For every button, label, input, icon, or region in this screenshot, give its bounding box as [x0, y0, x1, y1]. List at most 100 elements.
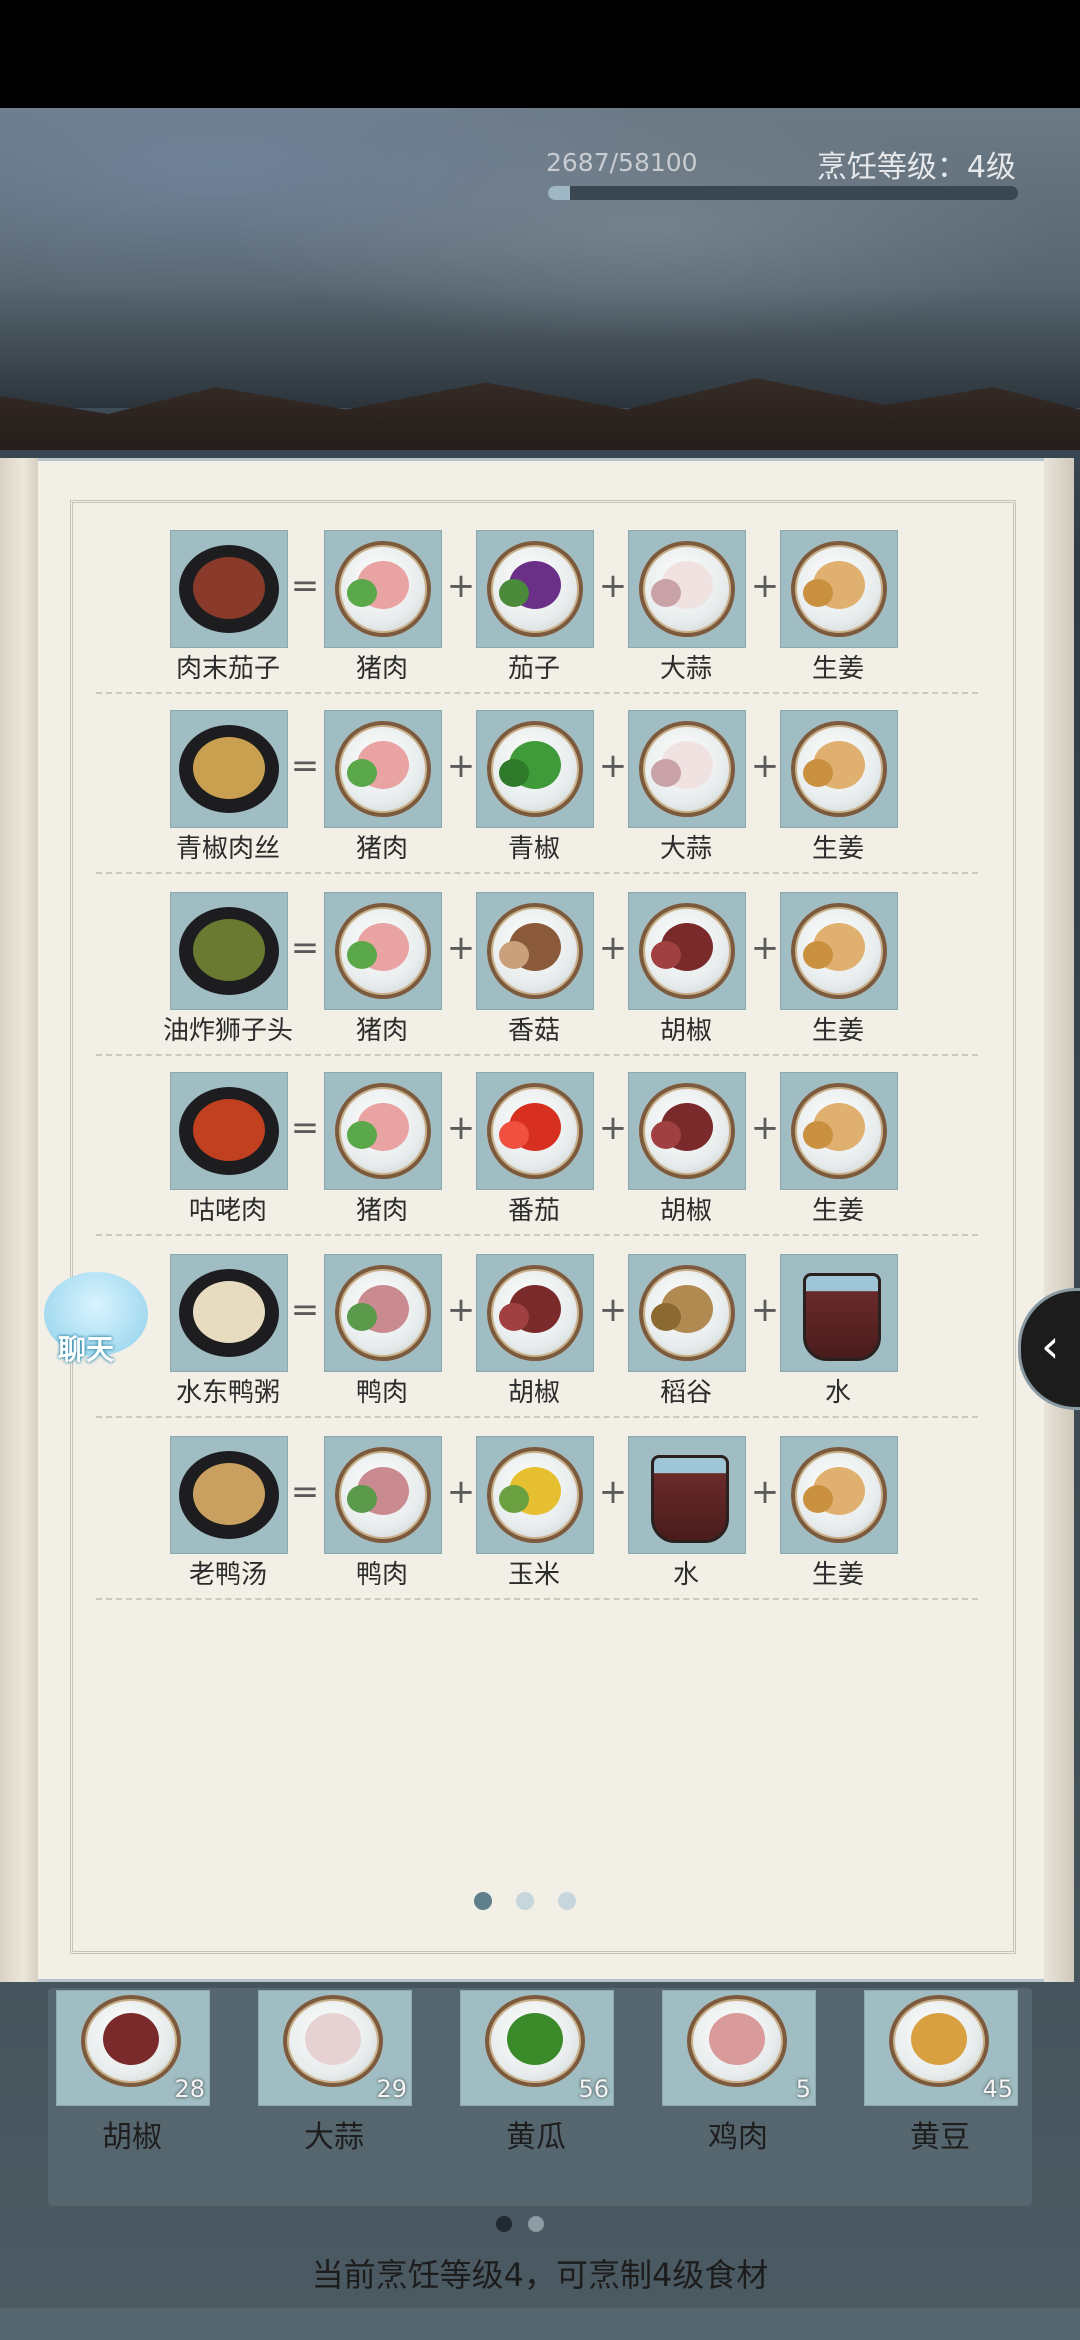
ingredient-name: 生姜 [811, 834, 864, 864]
ingredient-tile[interactable] [628, 1254, 746, 1372]
ingredient-name: 猪肉 [355, 1016, 408, 1046]
ingredient-tile[interactable] [476, 530, 594, 648]
plus-sign: + [446, 1472, 476, 1512]
inventory-item-name: 胡椒 [102, 2120, 162, 2155]
ingredient-icon [911, 2013, 967, 2065]
chevron-left-icon: ‹ [1041, 1319, 1060, 1373]
ingredient-tile[interactable] [476, 1254, 594, 1372]
equals-sign: = [290, 1472, 320, 1512]
plus-sign: + [446, 1290, 476, 1330]
row-divider [96, 1416, 978, 1418]
ingredient-detail-icon [347, 1121, 377, 1149]
ingredient-tile[interactable] [780, 1436, 898, 1554]
ingredient-tile[interactable] [324, 1436, 442, 1554]
ingredient-tile[interactable] [324, 1254, 442, 1372]
ingredient-tile[interactable] [628, 892, 746, 1010]
ingredient-tile[interactable] [780, 530, 898, 648]
ingredient-detail-icon [651, 941, 681, 969]
ingredient-tile[interactable] [324, 530, 442, 648]
ingredient-tile[interactable] [324, 710, 442, 828]
plus-sign: + [750, 566, 780, 606]
ingredient-tile[interactable] [476, 710, 594, 828]
equals-sign: = [290, 1290, 320, 1330]
ingredient-detail-icon [803, 1121, 833, 1149]
inventory-slot[interactable]: 56 [460, 1990, 614, 2106]
ingredient-detail-icon [347, 1485, 377, 1513]
ingredient-detail-icon [651, 759, 681, 787]
plus-sign: + [598, 1108, 628, 1148]
dish-tile[interactable] [170, 1254, 288, 1372]
ingredient-detail-icon [803, 759, 833, 787]
ingredient-name: 生姜 [811, 654, 864, 684]
inventory-page-indicator[interactable] [496, 2216, 556, 2236]
dish-tile[interactable] [170, 892, 288, 1010]
inventory-slot[interactable]: 28 [56, 1990, 210, 2106]
plus-sign: + [750, 1108, 780, 1148]
ingredient-tile[interactable] [628, 1072, 746, 1190]
inventory-page-dot[interactable] [528, 2216, 544, 2232]
ingredient-tile[interactable] [780, 1254, 898, 1372]
ingredient-name: 茄子 [507, 654, 560, 684]
ingredient-tile[interactable] [476, 1072, 594, 1190]
ingredient-tile[interactable] [324, 892, 442, 1010]
bottom-bar [0, 2308, 1080, 2340]
ingredient-name: 生姜 [811, 1196, 864, 1226]
ingredient-detail-icon [347, 759, 377, 787]
inventory-item-name: 大蒜 [304, 2120, 364, 2155]
page-dot[interactable] [558, 1892, 576, 1910]
dish-tile[interactable] [170, 710, 288, 828]
ingredient-tile[interactable] [628, 710, 746, 828]
dish-tile[interactable] [170, 1072, 288, 1190]
cooking-exp-bar [548, 186, 1018, 200]
plus-sign: + [446, 1108, 476, 1148]
item-count: 56 [578, 2075, 609, 2103]
ingredient-tile[interactable] [476, 1436, 594, 1554]
dish-tile[interactable] [170, 1436, 288, 1554]
dish-tile[interactable] [170, 530, 288, 648]
book-edge [1044, 458, 1074, 1982]
water-bucket-icon [803, 1273, 881, 1361]
ingredient-name: 猪肉 [355, 654, 408, 684]
page-dot[interactable] [474, 1892, 492, 1910]
page-dot[interactable] [516, 1892, 534, 1910]
plus-sign: + [446, 566, 476, 606]
book-page-indicator[interactable] [474, 1892, 594, 1912]
ingredient-name: 大蒜 [659, 654, 712, 684]
inventory-slot[interactable]: 5 [662, 1990, 816, 2106]
ingredient-tile[interactable] [780, 710, 898, 828]
ingredient-tile[interactable] [628, 1436, 746, 1554]
inventory-slot[interactable]: 29 [258, 1990, 412, 2106]
ingredient-tile[interactable] [780, 892, 898, 1010]
ingredient-tile[interactable] [324, 1072, 442, 1190]
plus-sign: + [598, 1472, 628, 1512]
ingredient-name: 猪肉 [355, 1196, 408, 1226]
ingredient-detail-icon [499, 941, 529, 969]
ingredient-tile[interactable] [476, 892, 594, 1010]
ingredient-tile[interactable] [780, 1072, 898, 1190]
ingredient-name: 胡椒 [659, 1016, 712, 1046]
plus-sign: + [446, 746, 476, 786]
plus-sign: + [598, 928, 628, 968]
inventory-page-dot[interactable] [496, 2216, 512, 2232]
ingredient-detail-icon [499, 759, 529, 787]
dish-icon [193, 1099, 265, 1161]
ingredient-name: 青椒 [507, 834, 560, 864]
ingredient-name: 猪肉 [355, 834, 408, 864]
plus-sign: + [598, 1290, 628, 1330]
ingredient-name: 胡椒 [659, 1196, 712, 1226]
inventory-item-name: 鸡肉 [708, 2120, 768, 2155]
dish-name: 油炸狮子头 [162, 1016, 293, 1046]
dish-name: 青椒肉丝 [175, 834, 280, 864]
water-bucket-icon [651, 1455, 729, 1543]
ingredient-detail-icon [803, 579, 833, 607]
ingredient-name: 稻谷 [659, 1378, 712, 1408]
cooking-status-text: 当前烹饪等级4，可烹制4级食材 [311, 2256, 769, 2294]
inventory-slot[interactable]: 45 [864, 1990, 1018, 2106]
cooking-exp-fill [548, 186, 570, 200]
ingredient-icon [103, 2013, 159, 2065]
dish-icon [193, 737, 265, 799]
dish-icon [193, 1463, 265, 1525]
chat-button[interactable]: 聊天 [44, 1272, 148, 1368]
item-count: 28 [174, 2075, 205, 2103]
ingredient-tile[interactable] [628, 530, 746, 648]
